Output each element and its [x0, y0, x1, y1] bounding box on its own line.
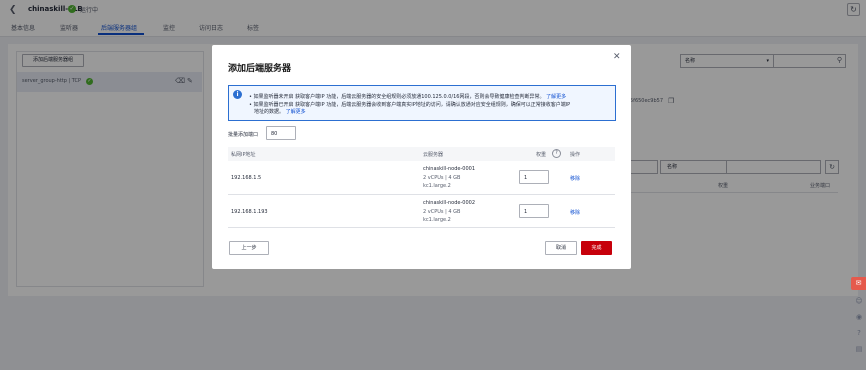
row-server-name: chinaskill-node-0002: [423, 200, 476, 206]
batch-port-input[interactable]: 80: [266, 126, 296, 140]
side-toolbar: ☺ ◉ ? ▤: [851, 274, 866, 360]
row-server-flavor: kc1.large.2: [423, 183, 451, 189]
remove-link[interactable]: 移除: [570, 209, 580, 216]
cancel-button[interactable]: 取消: [545, 241, 577, 255]
info-line-2: • 如果监听器已开启 获取客户端IP 功能，后端云服务器会收到客户端真实IP地址…: [249, 102, 571, 108]
batch-port-label: 批量添加端口: [228, 132, 259, 138]
column-private-ip: 私网IP地址: [231, 152, 256, 158]
document-icon[interactable]: ▤: [854, 344, 864, 354]
weight-help-icon[interactable]: ?: [552, 149, 561, 158]
dialog-title: 添加后端服务器: [228, 64, 292, 74]
eye-icon[interactable]: ◉: [854, 312, 864, 322]
row-ip: 192.168.1.5: [231, 175, 262, 181]
info-icon: i: [233, 90, 242, 99]
learn-more-link-2[interactable]: 了解更多: [286, 109, 306, 115]
learn-more-link-1[interactable]: 了解更多: [546, 94, 566, 100]
row-server-name: chinaskill-node-0001: [423, 166, 476, 172]
table-row: 192.168.1.193 chinaskill-node-0002 2 vCP…: [228, 195, 615, 228]
column-action: 操作: [570, 152, 581, 158]
info-line-1-text: 如果监听器未开启 获取客户端IP 功能，后端云服务器的安全组规则必须放通100.…: [253, 94, 545, 100]
column-ecs: 云服务器: [423, 152, 444, 158]
weight-input[interactable]: 1: [519, 170, 549, 184]
column-weight: 权重: [536, 152, 547, 158]
row-ip: 192.168.1.193: [231, 209, 268, 215]
previous-step-button[interactable]: 上一步: [229, 241, 269, 255]
info-line-2b-text: 地址的数据。: [254, 109, 285, 115]
weight-input[interactable]: 1: [519, 204, 549, 218]
row-server-spec: 2 vCPUs | 4 GB: [423, 209, 461, 215]
help-icon[interactable]: ?: [854, 328, 864, 338]
chat-icon[interactable]: ☺: [854, 296, 864, 306]
remove-link[interactable]: 移除: [570, 175, 580, 182]
finish-button[interactable]: 完成: [581, 241, 612, 255]
info-line-2b: 地址的数据。 了解更多: [254, 108, 306, 115]
info-line-1: • 如果监听器未开启 获取客户端IP 功能，后端云服务器的安全组规则必须放通10…: [249, 94, 567, 100]
row-server-spec: 2 vCPUs | 4 GB: [423, 175, 461, 181]
close-icon[interactable]: ✕: [613, 52, 621, 62]
row-server-flavor: kc1.large.2: [423, 217, 451, 223]
table-row: 192.168.1.5 chinaskill-node-0001 2 vCPUs…: [228, 161, 615, 195]
